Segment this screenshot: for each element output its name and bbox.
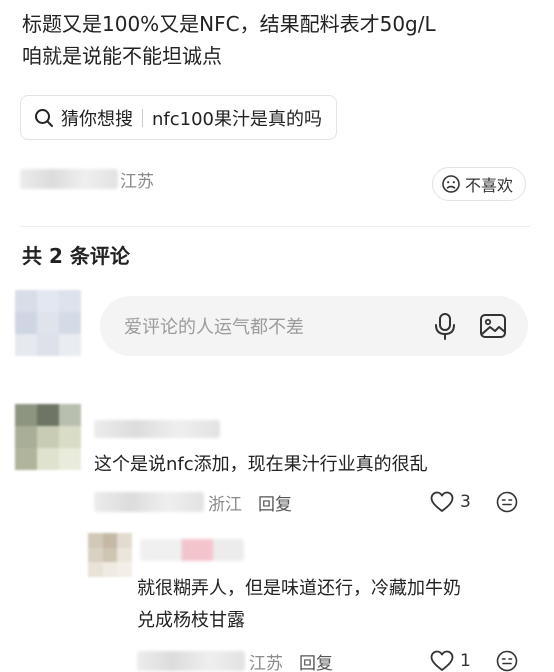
search-icon bbox=[33, 107, 55, 129]
replier-avatar[interactable] bbox=[88, 533, 132, 577]
comment-date-blurred bbox=[94, 492, 204, 512]
comment-input-placeholder: 爱评论的人运气都不差 bbox=[124, 317, 304, 338]
search-suggestion-query: nfc100果汁是真的吗 bbox=[152, 108, 322, 130]
emoji-reaction-icon[interactable] bbox=[495, 649, 521, 672]
post-body: 标题又是100%又是NFC，结果配料表才50g/L 咱就是说能不能坦诚点 bbox=[22, 8, 542, 72]
reply-text: 就很糊弄人，但是味道还行，冷藏加牛奶 兑成杨枝甘露 bbox=[137, 573, 537, 637]
reply-reply-button[interactable]: 回复 bbox=[299, 649, 333, 672]
reply-text-line-2: 兑成杨枝甘露 bbox=[137, 610, 245, 631]
post-meta: 江苏 bbox=[20, 164, 154, 194]
search-suggestion-chip[interactable]: 猜你想搜 nfc100果汁是真的吗 bbox=[20, 95, 337, 140]
search-chip-divider bbox=[142, 108, 143, 127]
reply-meta: 江苏 回复 bbox=[137, 647, 333, 672]
reply-text-line-1: 就很糊弄人，但是味道还行，冷藏加牛奶 bbox=[137, 578, 461, 599]
comments-count-title: 共 2 条评论 bbox=[22, 244, 130, 268]
post-body-line-2: 咱就是说能不能坦诚点 bbox=[22, 44, 222, 68]
post-author-blurred bbox=[20, 169, 118, 189]
reply-like-count: 1 bbox=[460, 651, 471, 671]
reply-like-button[interactable]: 1 bbox=[430, 648, 471, 672]
commenter-name-blurred[interactable] bbox=[94, 420, 220, 438]
heart-icon bbox=[430, 491, 454, 513]
comment-reply-button[interactable]: 回复 bbox=[258, 490, 292, 515]
section-divider bbox=[20, 226, 530, 227]
replier-name-blurred[interactable] bbox=[140, 539, 244, 561]
sad-face-icon bbox=[441, 174, 461, 194]
comment-text: 这个是说nfc添加，现在果汁行业真的很乱 bbox=[94, 454, 428, 475]
comment-input[interactable]: 爱评论的人运气都不差 bbox=[100, 296, 528, 356]
post-location: 江苏 bbox=[120, 171, 154, 192]
current-user-avatar bbox=[15, 290, 81, 356]
comment-like-count: 3 bbox=[460, 492, 471, 512]
emoji-reaction-icon[interactable] bbox=[495, 490, 521, 516]
dislike-label: 不喜欢 bbox=[465, 176, 514, 195]
search-hint-label: 猜你想搜 bbox=[61, 108, 133, 130]
comment-like-button[interactable]: 3 bbox=[430, 489, 471, 515]
dislike-button[interactable]: 不喜欢 bbox=[432, 167, 527, 201]
reply-date-blurred bbox=[137, 651, 245, 671]
reply-location: 江苏 bbox=[249, 653, 283, 672]
image-icon[interactable] bbox=[478, 311, 508, 341]
commenter-avatar[interactable] bbox=[15, 404, 81, 470]
comment-meta: 浙江 回复 bbox=[94, 488, 292, 516]
post-body-line-1: 标题又是100%又是NFC，结果配料表才50g/L bbox=[22, 12, 436, 36]
microphone-icon[interactable] bbox=[430, 311, 460, 341]
comment-location: 浙江 bbox=[208, 494, 242, 515]
heart-icon bbox=[430, 650, 454, 672]
